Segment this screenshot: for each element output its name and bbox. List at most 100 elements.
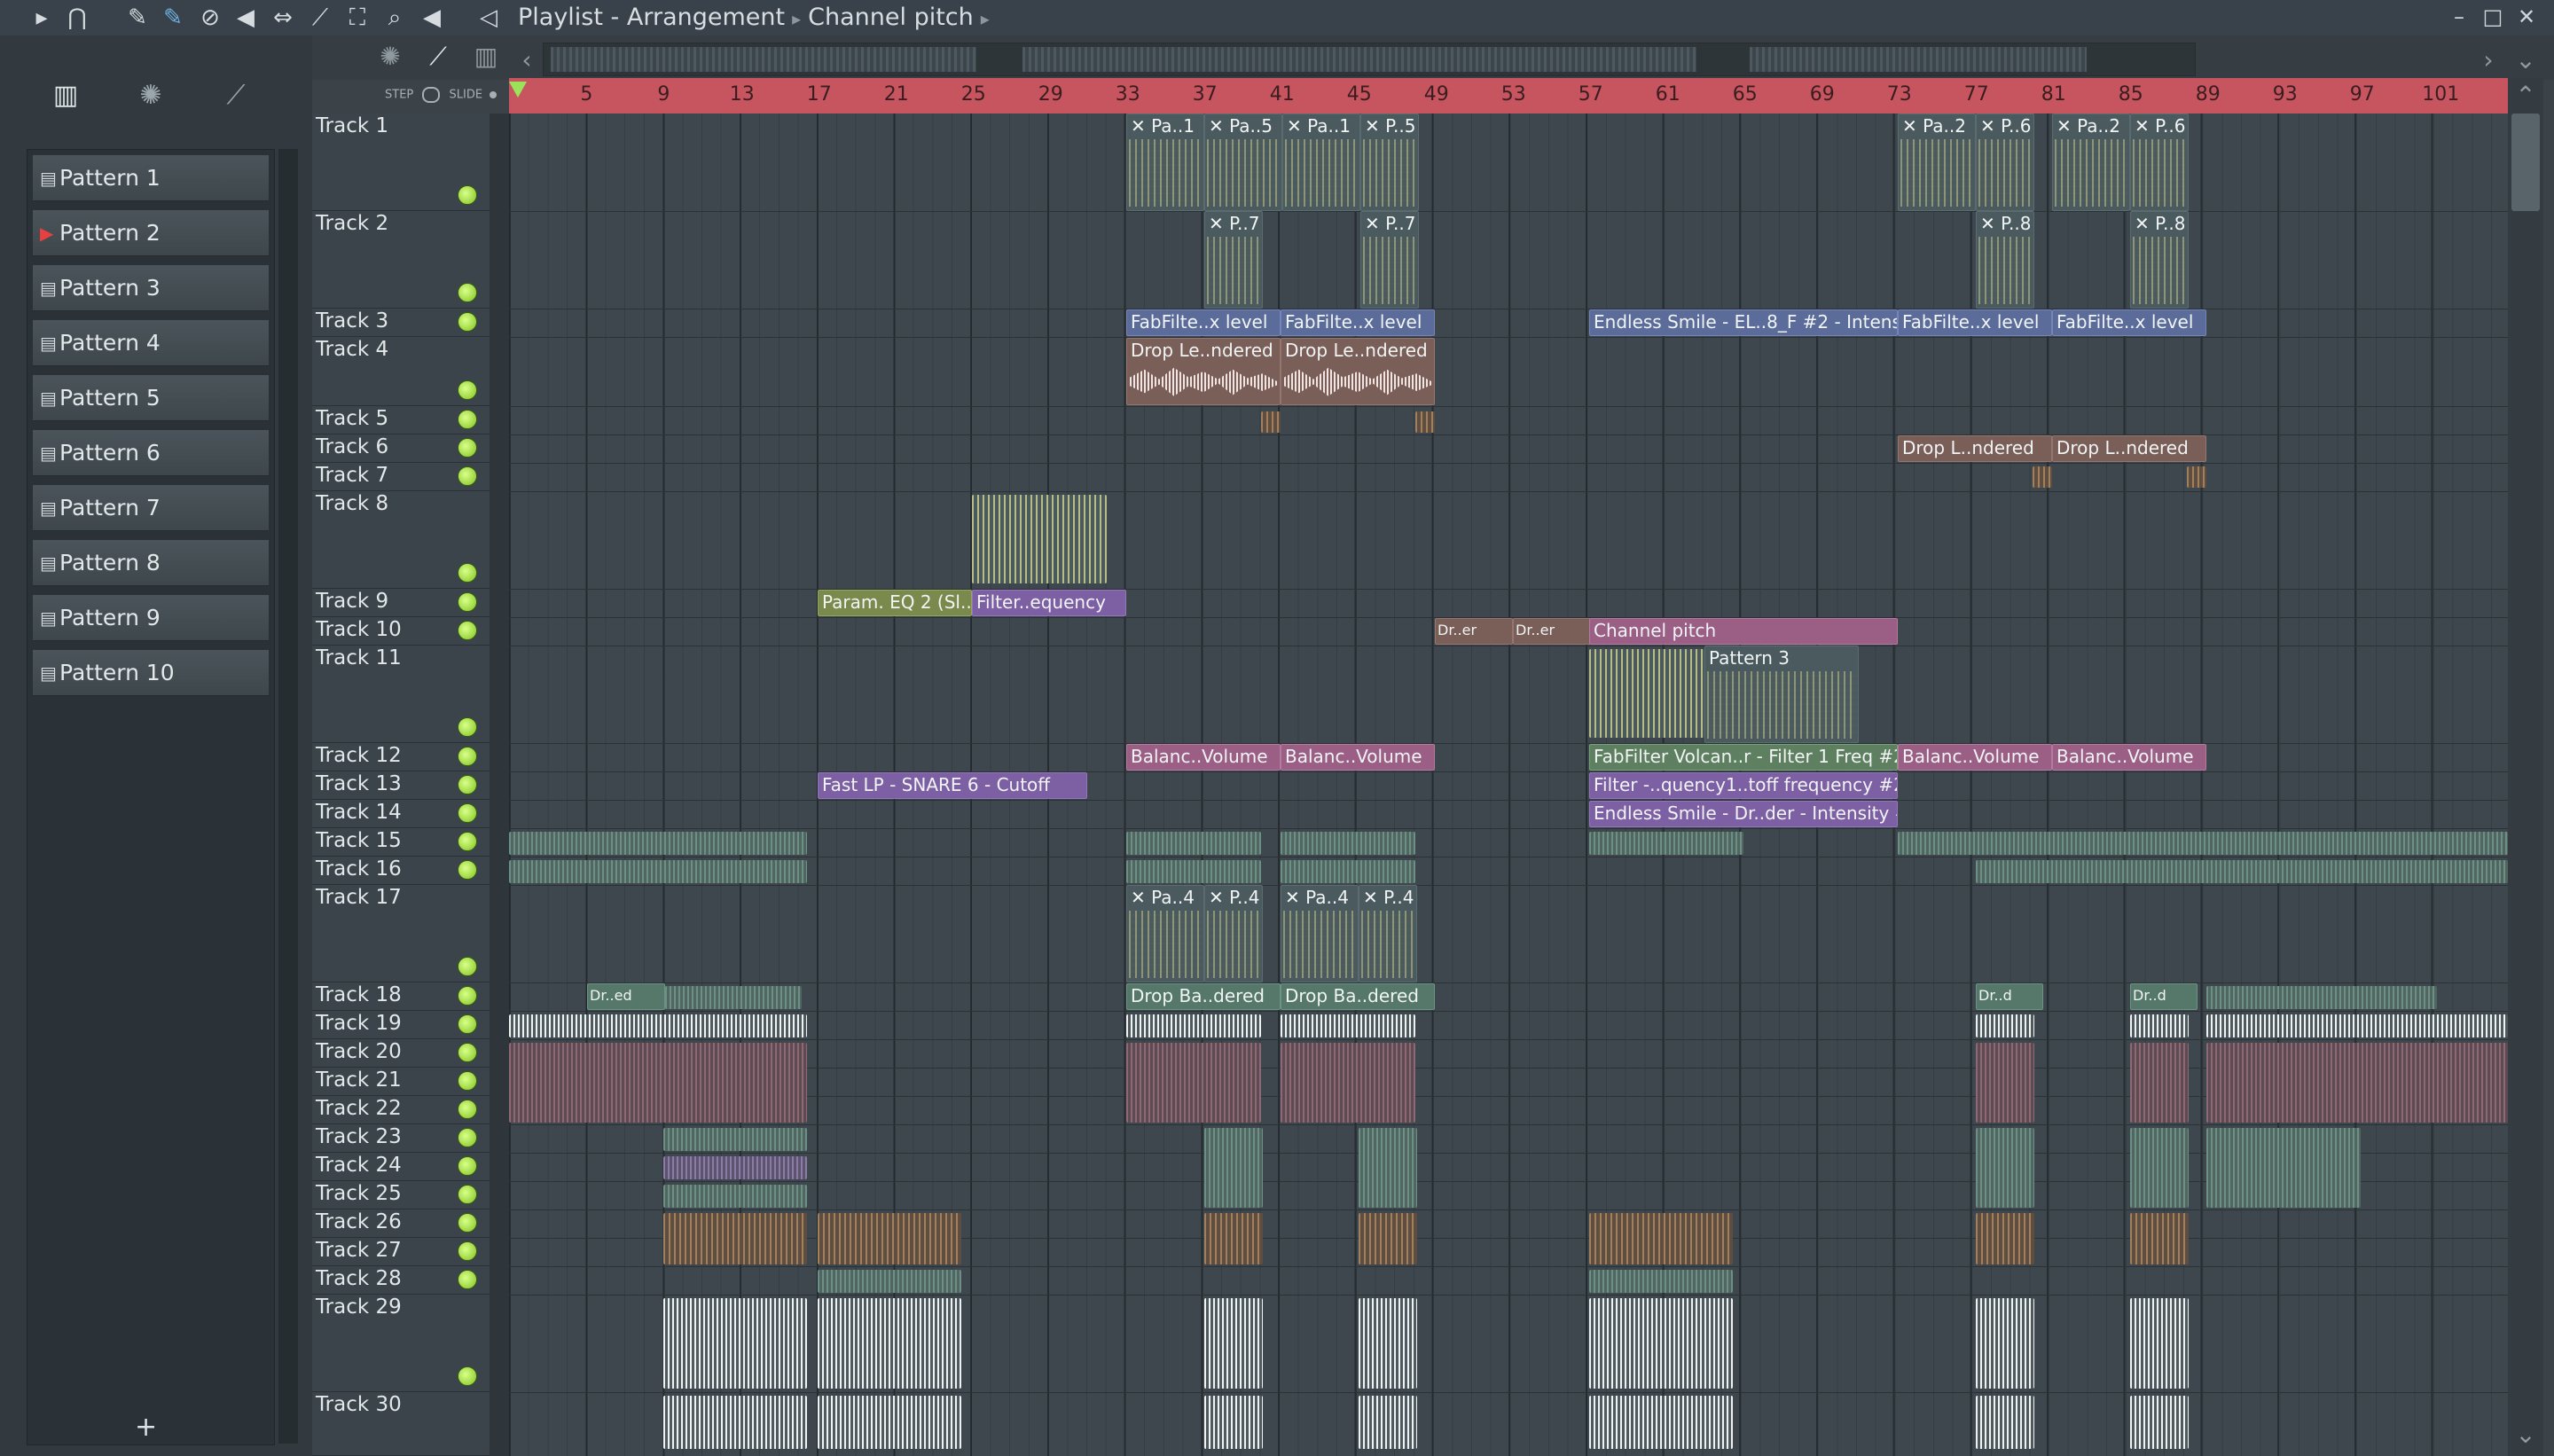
track-header[interactable]: Track 13 xyxy=(312,771,490,800)
audio-clip-small[interactable] xyxy=(1204,1128,1263,1208)
pattern-clip-small[interactable] xyxy=(1589,649,1704,738)
track-header[interactable]: Track 19 xyxy=(312,1011,490,1039)
track-resize-grip[interactable] xyxy=(490,114,509,1456)
audio-clip-small[interactable] xyxy=(1976,1298,2034,1389)
track-header[interactable]: Track 4 xyxy=(312,337,490,406)
audio-clip-small[interactable] xyxy=(1281,1014,1415,1037)
audio-clip-small[interactable] xyxy=(1126,1014,1261,1037)
playlist-vertical-scrollbar[interactable]: ⌃ ⌄ xyxy=(2508,78,2543,1456)
track-mute-icon[interactable] xyxy=(458,1241,477,1261)
select-icon[interactable]: ⛶ xyxy=(344,5,371,30)
arrangement-grid[interactable]: ✕ Pa..1 ✕ Pa..5 ✕ Pa..1 ✕ P..5 ✕ Pa..2 ✕… xyxy=(509,114,2508,1456)
track-header[interactable]: Track 30 xyxy=(312,1392,490,1456)
audio-clip-small[interactable] xyxy=(1126,832,1261,855)
automation-clip[interactable]: FabFilter Volcan..r - Filter 1 Freq #2 xyxy=(1589,744,1898,771)
pattern-item[interactable]: ▤ Pattern 4 xyxy=(33,320,269,366)
audio-clip-small[interactable] xyxy=(1126,860,1261,883)
audio-clip-small[interactable] xyxy=(1359,1298,1417,1389)
timeline-ruler[interactable]: 5 9 13 17 21 25 29 33 37 41 45 49 53 57 … xyxy=(509,78,2508,114)
scroll-right-icon[interactable]: › xyxy=(2471,43,2506,78)
playback-icon[interactable]: ◀ xyxy=(419,5,445,30)
automation-clip[interactable]: Fast LP - SNARE 6 - Cutoff xyxy=(818,772,1087,799)
slip-icon[interactable]: ⇔ xyxy=(270,5,296,30)
audio-clip-small[interactable] xyxy=(1976,1043,2034,1123)
song-start-marker-icon[interactable] xyxy=(509,82,527,98)
track-mute-icon[interactable] xyxy=(458,563,477,583)
pattern-clip[interactable]: ✕ P..8 xyxy=(1976,211,2034,309)
slide-toggle-icon[interactable] xyxy=(490,90,497,98)
pattern-clip[interactable]: ✕ Pa..4 xyxy=(1281,885,1359,982)
audio-clip-small[interactable] xyxy=(2206,1128,2361,1208)
track-header[interactable]: Track 11 xyxy=(312,646,490,743)
automation-clip[interactable]: Balanc..Volume xyxy=(2052,744,2206,771)
audio-clip-small[interactable] xyxy=(1898,832,2508,855)
audio-clip-small[interactable] xyxy=(509,860,807,883)
scroll-down-icon[interactable]: ⌄ xyxy=(2508,1417,2543,1452)
mute-icon[interactable]: ◀ xyxy=(232,5,259,30)
track-mute-icon[interactable] xyxy=(458,1014,477,1034)
track-header[interactable]: Track 15 xyxy=(312,828,490,857)
audio-clip[interactable]: Dr..er xyxy=(1435,618,1513,645)
track-header[interactable]: Track 17 xyxy=(312,885,490,982)
automation-clip[interactable]: Balanc..Volume xyxy=(1281,744,1435,771)
track-mute-icon[interactable] xyxy=(458,1185,477,1204)
track-header[interactable]: Track 6 xyxy=(312,434,490,463)
piano-roll-tab-icon[interactable]: ▥ xyxy=(39,71,92,121)
automation-clip[interactable]: Balanc..Volume xyxy=(1898,744,2052,771)
track-header[interactable]: Track 5 xyxy=(312,406,490,434)
track-mute-icon[interactable] xyxy=(458,747,477,766)
track-header[interactable]: Track 24 xyxy=(312,1153,490,1181)
delete-icon[interactable]: ⊘ xyxy=(197,5,223,30)
audio-clip-small[interactable] xyxy=(1281,832,1415,855)
pattern-item[interactable]: ▤ Pattern 9 xyxy=(33,595,269,641)
automation-clip[interactable]: Endless Smile - EL..8_F #2 - Intensity xyxy=(1589,309,1898,336)
audio-clip-small[interactable] xyxy=(663,1156,807,1179)
audio-clip[interactable]: Dr..d xyxy=(1976,983,2043,1010)
track-mute-icon[interactable] xyxy=(458,1270,477,1289)
track-header[interactable]: Track 2 xyxy=(312,211,490,309)
track-header[interactable]: Track 14 xyxy=(312,800,490,828)
audio-clip-small[interactable] xyxy=(1281,1043,1415,1123)
track-mute-icon[interactable] xyxy=(458,860,477,880)
browser-scrollbar[interactable] xyxy=(278,149,298,1444)
paint-icon[interactable]: ✎ xyxy=(160,5,186,30)
audio-clip-small[interactable] xyxy=(1976,1128,2034,1208)
pattern-clip[interactable]: ✕ P..6 xyxy=(2130,114,2189,211)
track-mute-icon[interactable] xyxy=(458,1366,477,1386)
audio-clip-small[interactable] xyxy=(2187,466,2206,488)
track-header[interactable]: Track 20 xyxy=(312,1039,490,1068)
pattern-item[interactable]: ▤ Pattern 1 xyxy=(33,155,269,201)
audio-clip[interactable]: Drop Le..ndered xyxy=(1281,338,1435,405)
audio-clip-small[interactable] xyxy=(1204,1298,1263,1389)
audio-clip-small[interactable] xyxy=(818,1298,961,1389)
automation-clip[interactable]: Endless Smile - Dr..der - Intensity #2 xyxy=(1589,801,1898,827)
audio-clip[interactable]: Drop Ba..dered xyxy=(1126,983,1281,1010)
audio-clip[interactable]: Drop Le..ndered xyxy=(1126,338,1281,405)
pattern-clip[interactable]: ✕ P..7 xyxy=(1360,211,1419,309)
pattern-item[interactable]: ▤ Pattern 5 xyxy=(33,375,269,421)
automation-clip[interactable]: FabFilte..x level xyxy=(1898,309,2052,336)
track-mute-icon[interactable] xyxy=(458,1100,477,1119)
pattern-clip[interactable]: ✕ P..8 xyxy=(2130,211,2189,309)
song-overview[interactable] xyxy=(543,43,2196,76)
audio-clip[interactable]: Drop L..ndered xyxy=(1898,435,2052,462)
automation-clip[interactable]: Param. EQ 2 (Sl.. xyxy=(818,590,972,616)
pattern-clip[interactable]: Pattern 3 xyxy=(1704,646,1859,743)
track-header[interactable]: Track 21 xyxy=(312,1068,490,1096)
track-mute-icon[interactable] xyxy=(458,832,477,851)
pattern-clip[interactable]: ✕ P..4 xyxy=(1204,885,1263,982)
audio-clip-small[interactable] xyxy=(1415,411,1435,433)
audio-clip-small[interactable] xyxy=(2130,1213,2189,1264)
audio-tab-icon[interactable]: ✺ xyxy=(124,71,177,121)
audio-clip[interactable]: Drop Ba..dered xyxy=(1281,983,1435,1010)
pattern-clip-small[interactable] xyxy=(972,495,1107,583)
close-button[interactable]: ✕ xyxy=(2513,4,2540,30)
audio-clip-small[interactable] xyxy=(1126,1043,1261,1123)
audio-clip-small[interactable] xyxy=(665,986,802,1009)
track-mute-icon[interactable] xyxy=(458,717,477,737)
track-header[interactable]: Track 18 xyxy=(312,982,490,1011)
pattern-item[interactable]: ▶ Pattern 2 xyxy=(33,210,269,256)
pattern-item[interactable]: ▤ Pattern 3 xyxy=(33,265,269,311)
track-header[interactable]: Track 29 xyxy=(312,1295,490,1392)
automation-tab-icon[interactable]: ⟋ xyxy=(209,71,262,121)
